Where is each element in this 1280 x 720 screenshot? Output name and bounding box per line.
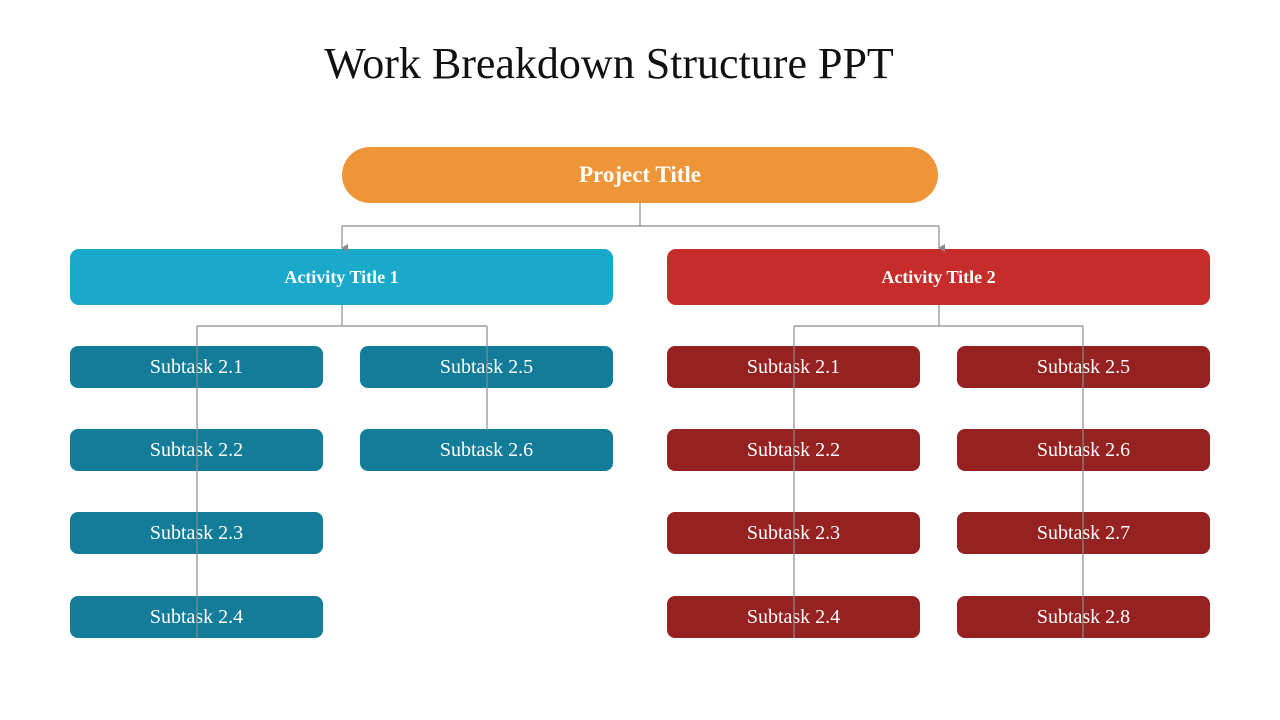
- activity-2-subtask-box[interactable]: Subtask 2.7: [957, 512, 1210, 554]
- activity-1-subtask-box[interactable]: Subtask 2.5: [360, 346, 613, 388]
- subtask-label: Subtask 2.3: [149, 521, 244, 544]
- subtask-label: Subtask 2.1: [746, 355, 841, 378]
- project-title-label: Project Title: [579, 162, 701, 187]
- subtask-label: Subtask 2.2: [746, 438, 841, 461]
- activity-1-subtask-box[interactable]: Subtask 2.1: [70, 346, 323, 388]
- project-title-box[interactable]: Project Title: [342, 147, 938, 203]
- activity-1-subtask-box[interactable]: Subtask 2.4: [70, 596, 323, 638]
- subtask-label: Subtask 2.7: [1036, 521, 1131, 544]
- activity-2-subtask-box[interactable]: Subtask 2.8: [957, 596, 1210, 638]
- activity-2-subtask-box[interactable]: Subtask 2.1: [667, 346, 920, 388]
- activity-2-subtask-box[interactable]: Subtask 2.6: [957, 429, 1210, 471]
- activity-2-subtask-box[interactable]: Subtask 2.3: [667, 512, 920, 554]
- subtask-label: Subtask 2.4: [149, 605, 244, 628]
- slide-title: Work Breakdown Structure PPT: [324, 39, 894, 88]
- activity-title-1-box[interactable]: Activity Title 1: [70, 249, 613, 305]
- activity-1-subtask-box[interactable]: Subtask 2.3: [70, 512, 323, 554]
- subtask-label: Subtask 2.2: [149, 438, 244, 461]
- subtask-label: Subtask 2.4: [746, 605, 841, 628]
- activity-2-subtask-box[interactable]: Subtask 2.5: [957, 346, 1210, 388]
- activity-title-2-box[interactable]: Activity Title 2: [667, 249, 1210, 305]
- subtask-label: Subtask 2.6: [439, 438, 534, 461]
- activity-1-subtask-box[interactable]: Subtask 2.2: [70, 429, 323, 471]
- activity-1-subtask-box[interactable]: Subtask 2.6: [360, 429, 613, 471]
- subtask-label: Subtask 2.8: [1036, 605, 1131, 628]
- activity-title-1-label: Activity Title 1: [284, 266, 399, 287]
- activity-2-subtask-box[interactable]: Subtask 2.4: [667, 596, 920, 638]
- activity-title-2-label: Activity Title 2: [881, 266, 996, 287]
- subtask-label: Subtask 2.3: [746, 521, 841, 544]
- subtask-label: Subtask 2.5: [439, 355, 534, 378]
- subtask-label: Subtask 2.5: [1036, 355, 1131, 378]
- subtask-label: Subtask 2.1: [149, 355, 244, 378]
- activity-2-subtask-box[interactable]: Subtask 2.2: [667, 429, 920, 471]
- subtask-label: Subtask 2.6: [1036, 438, 1131, 461]
